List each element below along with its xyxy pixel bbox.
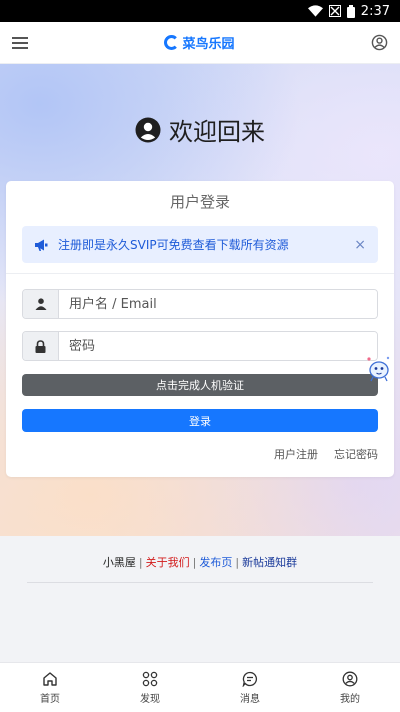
footer-separator: | [192,556,197,569]
footer-link-notify-group[interactable]: 新帖通知群 [242,556,297,569]
lock-icon [35,339,46,353]
tab-home[interactable]: 首页 [0,663,100,712]
footer-separator: | [235,556,240,569]
battery-icon [346,4,355,18]
brand-logo[interactable]: 菜鸟乐园 [164,33,235,52]
card-divider [6,273,394,274]
home-icon [43,671,57,686]
wifi-icon [307,5,323,17]
password-input[interactable] [59,332,377,360]
footer-links: 小黑屋 | 关于我们 | 发布页 | 新帖通知群 [0,554,400,570]
footer-separator: | [138,556,143,569]
tab-discover-label: 发现 [140,693,160,705]
user-avatar-icon [135,117,161,142]
footer-link-blackroom[interactable]: 小黑屋 [103,556,136,569]
footer-link-publish[interactable]: 发布页 [199,556,232,569]
welcome-title: 欢迎回来 [169,118,265,146]
mascot-icon[interactable] [364,355,392,383]
footer-divider [27,582,373,583]
megaphone-icon [35,239,48,251]
tab-profile[interactable]: 我的 [300,663,400,712]
password-field [22,331,378,361]
brand-name: 菜鸟乐园 [182,37,235,52]
login-button[interactable]: 登录 [22,409,378,432]
user-icon [342,671,358,686]
user-icon [35,298,46,310]
status-time: 2:37 [360,3,390,19]
login-card: 用户登录 注册即是永久SVIP可免费查看下载所有资源 × 点击完成人机验证 登录… [6,181,394,477]
account-circle-icon[interactable] [371,34,388,51]
welcome-heading: 欢迎回来 [0,112,400,147]
tab-home-label: 首页 [40,693,60,705]
tab-messages-label: 消息 [240,693,260,705]
tab-messages[interactable]: 消息 [200,663,300,712]
forgot-password-link[interactable]: 忘记密码 [334,446,378,462]
signal-off-icon [328,5,341,17]
username-field [22,289,378,319]
footer-link-about[interactable]: 关于我们 [146,556,190,569]
status-bar: 2:37 [0,0,400,22]
grid-icon [142,671,158,686]
logo-mark-icon [164,35,180,50]
svip-notice: 注册即是永久SVIP可免费查看下载所有资源 × [22,226,378,263]
password-addon [23,332,59,360]
login-card-title: 用户登录 [169,193,230,211]
app-bar: 菜鸟乐园 [0,22,400,64]
message-icon [242,671,258,687]
notice-close-button[interactable]: × [354,237,366,253]
username-input[interactable] [59,290,377,318]
register-link[interactable]: 用户注册 [274,446,318,462]
bottom-tab-bar: 首页 发现 消息 我的 [0,662,400,712]
tab-profile-label: 我的 [340,693,360,705]
menu-icon[interactable] [12,36,28,50]
captcha-button[interactable]: 点击完成人机验证 [22,374,378,396]
account-links: 用户注册 忘记密码 [274,446,378,462]
tab-discover[interactable]: 发现 [100,663,200,712]
username-addon [23,290,59,318]
notice-text: 注册即是永久SVIP可免费查看下载所有资源 [58,238,289,252]
